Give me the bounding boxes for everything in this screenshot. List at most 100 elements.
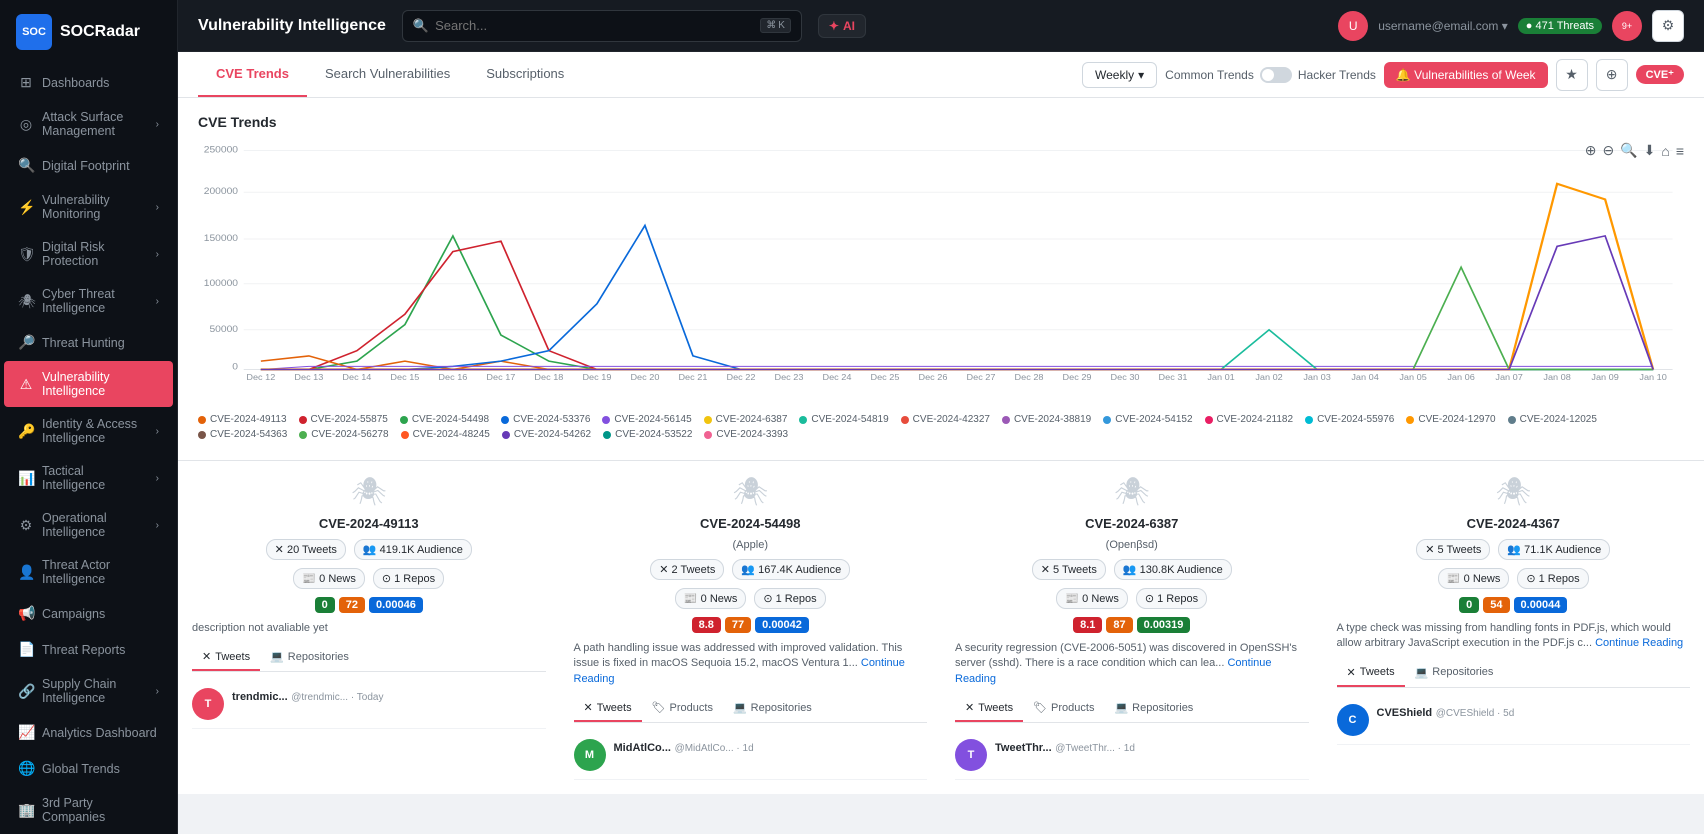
tab-icon: ✕ — [584, 701, 593, 714]
user-name: username@email.com ▾ — [1378, 19, 1508, 33]
spider-icon: 🕷 — [574, 475, 928, 508]
sidebar-label-threat-hunting: Threat Hunting — [42, 336, 159, 350]
tweet-time: @MidAtlCo... · 1d — [675, 743, 754, 754]
svg-text:100000: 100000 — [204, 278, 239, 288]
home-icon[interactable]: ⌂ — [1661, 142, 1669, 159]
card-description: A security regression (CVE-2006-5051) wa… — [955, 641, 1309, 687]
sidebar-item-threat-actor[interactable]: 👤 Threat Actor Intelligence — [4, 549, 173, 595]
menu-icon[interactable]: ≡ — [1676, 142, 1684, 159]
card-title: CVE-2024-54498 — [574, 516, 928, 531]
logo-text: SOCRadar — [60, 23, 140, 41]
cve-badge[interactable]: CVE⁺ — [1636, 65, 1684, 84]
svg-text:Jan 10: Jan 10 — [1639, 372, 1667, 382]
repos-stat: ⊙ 1 Repos — [373, 568, 444, 589]
sidebar-item-global-trends[interactable]: 🌐 Global Trends — [4, 751, 173, 786]
card-tab-tweets[interactable]: ✕Tweets — [574, 695, 642, 722]
svg-text:Jan 07: Jan 07 — [1495, 372, 1523, 382]
card-tab-tweets[interactable]: ✕Tweets — [955, 695, 1023, 722]
sidebar-item-supply-chain[interactable]: 🔗 Supply Chain Intelligence › — [4, 668, 173, 714]
vuln-week-button[interactable]: 🔔 Vulnerabilities of Week — [1384, 62, 1548, 88]
card-tabs: ✕Tweets🏷Products💻Repositories — [955, 695, 1309, 723]
sidebar-item-cyber-threat[interactable]: 🕷 Cyber Threat Intelligence › — [4, 278, 173, 324]
sidebar-item-digital-risk[interactable]: 🛡 Digital Risk Protection › — [4, 231, 173, 277]
tab-cve-trends[interactable]: CVE Trends — [198, 52, 307, 97]
score-badges: 8.8770.00042 — [574, 617, 928, 633]
magnify-icon[interactable]: 🔍 — [1620, 142, 1637, 159]
card-tab-repositories[interactable]: 💻Repositories — [260, 644, 359, 671]
user-avatar[interactable]: U — [1338, 11, 1368, 41]
period-selector[interactable]: Weekly ▾ — [1082, 62, 1157, 88]
tweet-avatar: M — [574, 739, 606, 771]
add-icon[interactable]: ⊕ — [1596, 59, 1628, 91]
tab-icon: ✕ — [1347, 666, 1356, 679]
svg-text:Dec 28: Dec 28 — [1015, 372, 1044, 382]
sidebar-item-attack-surface[interactable]: ◎ Attack Surface Management › — [4, 101, 173, 147]
card-stats: ✕ 20 Tweets 👥 419.1K Audience — [192, 539, 546, 560]
legend-item-cve12: CVE-2024-55976 — [1305, 414, 1394, 425]
card-tab-repositories[interactable]: 💻Repositories — [723, 695, 822, 722]
sidebar-item-vuln-monitoring[interactable]: ⚡ Vulnerability Monitoring › — [4, 184, 173, 230]
sidebar-item-digital-footprint[interactable]: 🔍 Digital Footprint — [4, 148, 173, 183]
sidebar-item-operational-intel[interactable]: ⚙ Operational Intelligence › — [4, 502, 173, 548]
card-tab-products[interactable]: 🏷Products — [642, 695, 723, 722]
card-tab-products[interactable]: 🏷Products — [1023, 695, 1104, 722]
sidebar-label-attack-surface: Attack Surface Management — [42, 110, 148, 138]
sidebar-icon-vuln-monitoring: ⚡ — [18, 199, 34, 216]
sidebar-item-dashboards[interactable]: ⊞ Dashboards — [4, 65, 173, 100]
search-input[interactable] — [435, 18, 754, 33]
chevron-icon-vuln-monitoring: › — [156, 202, 159, 213]
svg-text:Dec 14: Dec 14 — [342, 372, 371, 382]
card-tab-tweets[interactable]: ✕Tweets — [192, 644, 260, 671]
star-icon[interactable]: ★ — [1556, 59, 1588, 91]
zoom-out-icon[interactable]: ⊖ — [1602, 142, 1614, 159]
tweet-time: @trendmic... · Today — [291, 692, 383, 703]
search-kbd: ⌘ K — [760, 18, 791, 33]
score-badges: 0540.00044 — [1337, 597, 1691, 613]
sidebar-icon-threat-actor: 👤 — [18, 564, 34, 581]
svg-text:Dec 20: Dec 20 — [630, 372, 659, 382]
sidebar-item-analytics[interactable]: 📈 Analytics Dashboard — [4, 715, 173, 750]
sidebar-icon-global-trends: 🌐 — [18, 760, 34, 777]
chevron-icon-cyber-threat: › — [156, 296, 159, 307]
sidebar-label-threat-reports: Threat Reports — [42, 643, 159, 657]
sidebar-item-campaigns[interactable]: 📢 Campaigns — [4, 596, 173, 631]
sidebar-item-identity-access[interactable]: 🔑 Identity & Access Intelligence › — [4, 408, 173, 454]
sidebar-item-vuln-intel[interactable]: ⚠ Vulnerability Intelligence — [4, 361, 173, 407]
sidebar-label-threat-actor: Threat Actor Intelligence — [42, 558, 159, 586]
logo-box: SOC — [16, 14, 52, 50]
sidebar-icon-cyber-threat: 🕷 — [18, 293, 34, 310]
tab-subscriptions[interactable]: Subscriptions — [468, 52, 582, 97]
settings-icon[interactable]: ⚙ — [1652, 10, 1684, 42]
sidebar-icon-3rd-party: 🏢 — [18, 802, 34, 819]
card-stats2: 📰 0 News ⊙ 1 Repos — [955, 588, 1309, 609]
svg-text:Dec 13: Dec 13 — [294, 372, 323, 382]
ai-button[interactable]: ✦ AI — [818, 14, 866, 38]
svg-text:Dec 23: Dec 23 — [774, 372, 803, 382]
sidebar-item-3rd-party[interactable]: 🏢 3rd Party Companies — [4, 787, 173, 833]
svg-text:Dec 26: Dec 26 — [919, 372, 948, 382]
continue-reading-link[interactable]: Continue Reading — [574, 657, 905, 684]
download-icon[interactable]: ⬇ — [1644, 142, 1656, 159]
sidebar-label-dashboards: Dashboards — [42, 76, 159, 90]
card-tab-tweets[interactable]: ✕Tweets — [1337, 660, 1405, 687]
common-trends-toggle-switch[interactable] — [1260, 67, 1292, 83]
legend-dot-cve1 — [198, 416, 206, 424]
sidebar-item-threat-hunting[interactable]: 🔎 Threat Hunting — [4, 325, 173, 360]
card-tabs: ✕Tweets💻Repositories — [1337, 660, 1691, 688]
zoom-in-icon[interactable]: ⊕ — [1585, 142, 1597, 159]
legend-item-cve5: CVE-2024-56145 — [602, 414, 691, 425]
tweet-avatar: C — [1337, 704, 1369, 736]
continue-reading-link[interactable]: Continue Reading — [955, 657, 1272, 684]
notification-bell[interactable]: 9+ — [1612, 11, 1642, 41]
card-tab-repositories[interactable]: 💻Repositories — [1405, 660, 1504, 687]
continue-reading-link[interactable]: Continue Reading — [1595, 637, 1683, 649]
card-tab-repositories[interactable]: 💻Repositories — [1104, 695, 1203, 722]
search-bar[interactable]: 🔍 ⌘ K — [402, 10, 802, 42]
legend-item-cve20: CVE-2024-3393 — [704, 429, 788, 440]
main-content: Vulnerability Intelligence 🔍 ⌘ K ✦ AI U … — [178, 0, 1704, 834]
tab-search-vuln[interactable]: Search Vulnerabilities — [307, 52, 468, 97]
cve-cards-row: 🕷 CVE-2024-49113 ✕ 20 Tweets 👥 419.1K Au… — [178, 461, 1704, 794]
sidebar-item-tactical-intel[interactable]: 📊 Tactical Intelligence › — [4, 455, 173, 501]
sidebar-item-threat-reports[interactable]: 📄 Threat Reports — [4, 632, 173, 667]
score-badge: 8.8 — [692, 617, 721, 633]
